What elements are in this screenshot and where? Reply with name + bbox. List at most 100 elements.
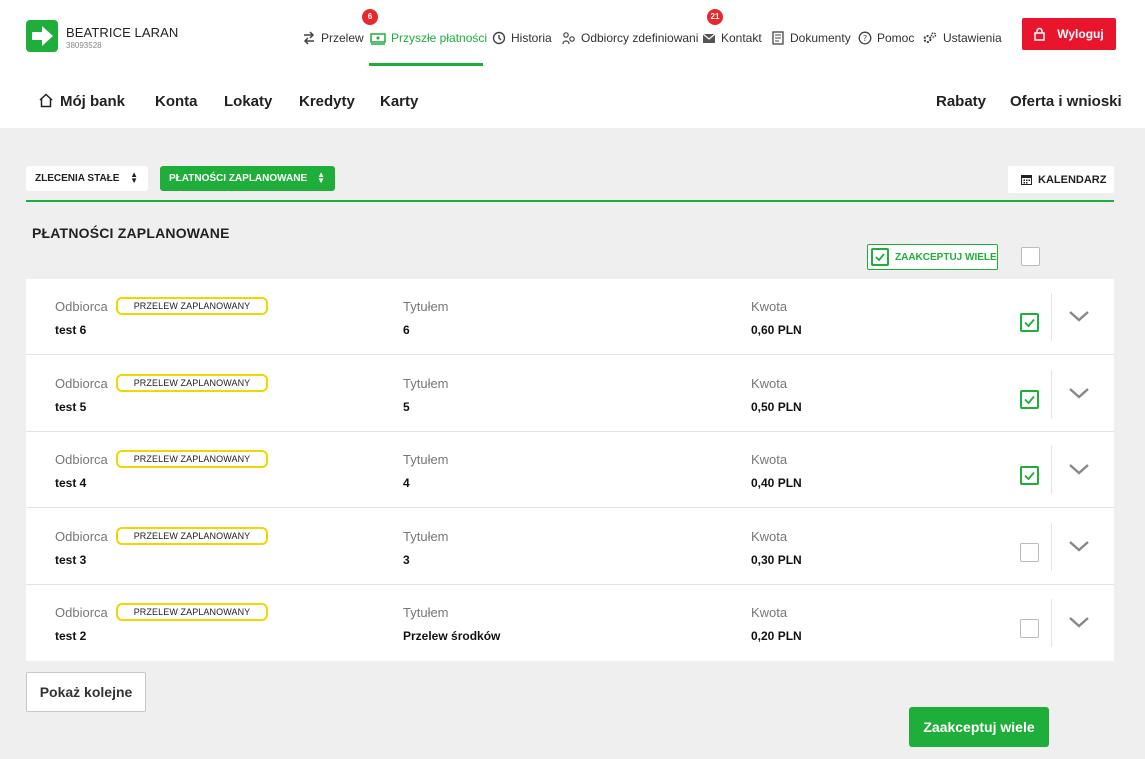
chevron-down-icon[interactable] <box>1068 615 1090 629</box>
accept-many-toggle-label: ZAAKCEPTUJ WIELE <box>895 251 997 263</box>
mainnav-kredyty[interactable]: Kredyty <box>299 93 355 110</box>
amount-label: Kwota <box>751 528 788 544</box>
select-all-checkbox[interactable] <box>1021 247 1040 266</box>
gear-icon <box>923 32 937 43</box>
calendar-icon <box>1021 175 1032 185</box>
standing-orders-select[interactable]: ZLECENIA STAŁE ▲ ▼ <box>26 166 148 191</box>
topnav-kontakt[interactable]: Kontakt <box>702 28 762 48</box>
topnav-ustawienia-label: Ustawienia <box>943 31 1002 45</box>
topnav-odbiorcy-label: Odbiorcy zdefiniowani <box>581 31 699 45</box>
row-checkbox[interactable] <box>1020 619 1039 638</box>
topnav-kontakt-label: Kontakt <box>721 31 762 45</box>
row-checkbox[interactable] <box>1020 313 1039 332</box>
divider <box>1051 293 1052 341</box>
recipient-value: test 4 <box>55 476 87 490</box>
recipients-icon <box>562 32 575 45</box>
topnav-przyszle-platnosci[interactable]: Przyszłe płatności <box>370 28 487 48</box>
svg-text:?: ? <box>863 34 867 43</box>
bank-logo-icon[interactable] <box>26 20 58 52</box>
amount-label: Kwota <box>751 299 788 314</box>
recipient-label: Odbiorca <box>55 299 108 314</box>
checkmark-icon <box>1024 471 1035 481</box>
payment-row[interactable]: Odbiorca PRZELEW ZAPLANOWANY test 4 Tytułem… <box>26 432 1114 508</box>
top-header: BEATRICE LARAN 38093528 Przelew Przyszłe… <box>0 0 1145 128</box>
topnav-dokumenty[interactable]: Dokumenty <box>771 28 851 48</box>
topnav-historia[interactable]: Historia <box>492 28 552 48</box>
checkmark-icon <box>1024 395 1035 404</box>
row-checkbox[interactable] <box>1020 389 1039 409</box>
divider <box>1051 522 1052 571</box>
history-clock-icon <box>492 31 506 45</box>
divider <box>1051 446 1052 494</box>
notification-badge: 21 <box>707 9 723 25</box>
title-label: Tytułem <box>403 299 449 314</box>
title-value: 6 <box>403 323 410 337</box>
calendar-label: KALENDARZ <box>1038 173 1107 186</box>
accept-many-button[interactable]: Zaakceptuj wiele <box>909 707 1049 747</box>
help-icon: ? <box>858 31 872 45</box>
user-name: BEATRICE LARAN <box>66 25 179 40</box>
recipient-value: test 5 <box>55 399 87 414</box>
mainnav-home[interactable]: Mój bank <box>38 93 125 110</box>
amount-value: 0,30 PLN <box>751 552 802 567</box>
accept-many-toggle[interactable]: ZAAKCEPTUJ WIELE <box>867 244 998 270</box>
mainnav-lokaty[interactable]: Lokaty <box>224 93 272 110</box>
sort-arrows-icon: ▲ ▼ <box>317 170 325 185</box>
user-id: 38093528 <box>66 41 102 50</box>
payment-row[interactable]: Odbiorca PRZELEW ZAPLANOWANY test 5 Tytułem… <box>26 356 1114 432</box>
payment-row[interactable]: Odbiorca PRZELEW ZAPLANOWANY test 6 Tytułem… <box>26 279 1114 355</box>
topnav-przelew[interactable]: Przelew <box>302 28 364 48</box>
mainnav-konta[interactable]: Konta <box>155 93 198 110</box>
topnav-odbiorcy[interactable]: Odbiorcy zdefiniowani <box>562 28 698 48</box>
divider <box>1051 599 1052 647</box>
transfer-arrows-icon <box>303 31 315 45</box>
amount-value: 0,20 PLN <box>751 629 802 643</box>
status-badge: PRZELEW ZAPLANOWANY <box>116 526 268 545</box>
mainnav-home-label: Mój bank <box>60 93 126 110</box>
page-title: PŁATNOŚCI ZAPLANOWANE <box>32 225 230 241</box>
chevron-down-icon[interactable] <box>1068 539 1090 553</box>
status-badge: PRZELEW ZAPLANOWANY <box>116 297 268 315</box>
title-label: Tytułem <box>403 452 449 467</box>
recipient-label: Odbiorca <box>55 528 108 544</box>
topnav-historia-label: Historia <box>511 31 552 45</box>
recipient-value: test 6 <box>55 323 87 337</box>
status-badge: PRZELEW ZAPLANOWANY <box>116 603 268 621</box>
payment-row[interactable]: Odbiorca PRZELEW ZAPLANOWANY test 3 Tytułem… <box>26 509 1114 585</box>
amount-value: 0,60 PLN <box>751 323 802 337</box>
scheduled-payments-label: PŁATNOŚCI ZAPLANOWANE <box>169 173 308 184</box>
mainnav-rabaty[interactable]: Rabaty <box>936 93 986 110</box>
topnav-pomoc-label: Pomoc <box>877 31 915 45</box>
chevron-down-icon[interactable] <box>1068 386 1090 400</box>
logout-label: Wyloguj <box>1057 27 1104 41</box>
row-checkbox[interactable] <box>1020 466 1039 485</box>
standing-orders-label: ZLECENIA STAŁE <box>35 173 120 184</box>
document-icon <box>772 31 784 45</box>
chevron-down-icon[interactable] <box>1068 462 1090 476</box>
title-label: Tytułem <box>403 605 449 620</box>
topnav-ustawienia[interactable]: Ustawienia <box>921 28 1002 48</box>
payment-row[interactable]: Odbiorca PRZELEW ZAPLANOWANY test 2 Tytułem… <box>26 585 1114 661</box>
show-more-button[interactable]: Pokaż kolejne <box>26 672 146 712</box>
checkbox-checked-icon <box>871 248 889 266</box>
logout-button[interactable]: Wyloguj <box>1022 18 1116 50</box>
status-badge: PRZELEW ZAPLANOWANY <box>116 373 268 392</box>
mainnav-karty[interactable]: Karty <box>380 93 418 110</box>
title-value: 5 <box>403 399 410 414</box>
mainnav-oferta[interactable]: Oferta i wnioski <box>1010 93 1122 110</box>
divider <box>1051 369 1052 418</box>
topnav-przelew-label: Przelew <box>321 31 364 45</box>
row-checkbox[interactable] <box>1020 542 1039 562</box>
calendar-button[interactable]: KALENDARZ <box>1008 166 1114 193</box>
title-value: 3 <box>403 552 410 567</box>
active-tab-indicator <box>369 63 483 66</box>
topnav-pomoc[interactable]: ? Pomoc <box>858 28 914 48</box>
money-icon <box>370 33 386 45</box>
divider <box>26 200 1114 202</box>
chevron-down-icon[interactable] <box>1068 309 1090 323</box>
amount-label: Kwota <box>751 375 788 391</box>
recipient-label: Odbiorca <box>55 452 108 467</box>
envelope-icon <box>702 33 716 43</box>
scheduled-payments-select[interactable]: PŁATNOŚCI ZAPLANOWANE ▲ ▼ <box>160 166 335 191</box>
amount-label: Kwota <box>751 452 788 467</box>
